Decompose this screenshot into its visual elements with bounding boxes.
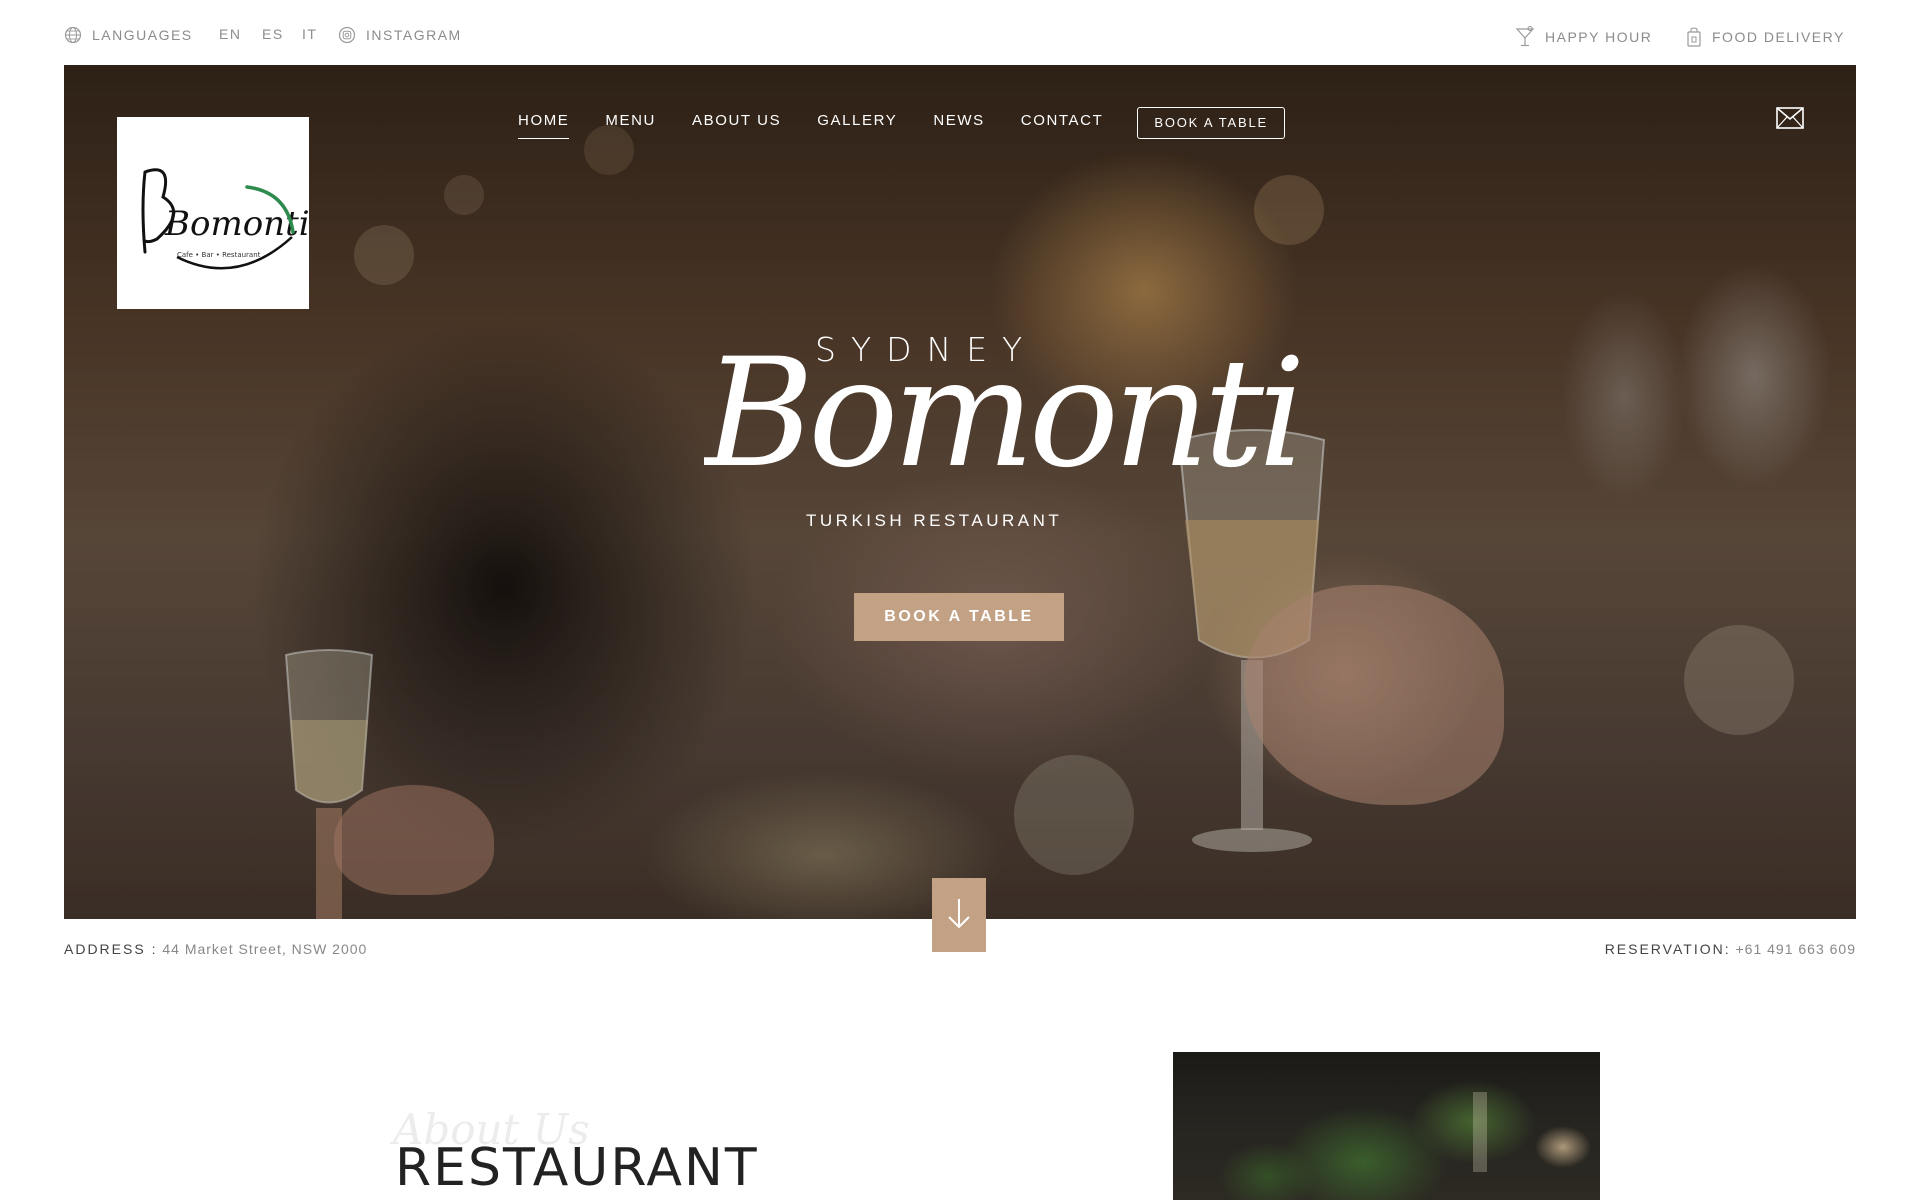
hero-book-table-button[interactable]: BOOK A TABLE	[854, 593, 1064, 641]
arrow-down-icon	[946, 895, 972, 936]
food-delivery-label: FOOD DELIVERY	[1712, 29, 1845, 45]
bomonti-logo-mark: Bomonti Cafe • Bar • Restaurant	[141, 168, 309, 270]
instagram-label: INSTAGRAM	[366, 27, 462, 43]
envelope-icon[interactable]	[1776, 107, 1804, 134]
reservation-phone[interactable]: +61 491 663 609	[1736, 941, 1857, 957]
about-title: RESTAURANT	[395, 1138, 759, 1198]
about-restaurant-photo	[1173, 1052, 1600, 1200]
happy-hour-link[interactable]: HAPPY HOUR	[1515, 26, 1652, 48]
nav-menu[interactable]: MENU	[587, 107, 674, 139]
nav-about-us[interactable]: ABOUT US	[674, 107, 799, 139]
nav-home[interactable]: HOME	[500, 107, 587, 139]
top-utility-bar: LANGUAGES EN ES IT INSTAGRAM HAPPY HOUR …	[0, 0, 1920, 65]
lang-es-link[interactable]: ES	[262, 26, 284, 42]
lang-en-link[interactable]: EN	[219, 26, 241, 42]
address-info: ADDRESS : 44 Market Street, NSW 2000	[64, 941, 367, 957]
lang-it-link[interactable]: IT	[302, 26, 317, 42]
reservation-info: RESERVATION: +61 491 663 609	[1605, 941, 1856, 957]
delivery-bag-icon	[1686, 26, 1702, 48]
scroll-down-button[interactable]	[932, 878, 986, 952]
nav-gallery[interactable]: GALLERY	[799, 107, 915, 139]
nav-contact[interactable]: CONTACT	[1003, 107, 1122, 139]
site-logo[interactable]: Bomonti Cafe • Bar • Restaurant	[117, 117, 309, 309]
hero-brand-text: Bomonti	[704, 327, 1300, 501]
languages-link[interactable]: LANGUAGES	[64, 26, 193, 44]
nav-book-table-button[interactable]: BOOK A TABLE	[1137, 107, 1285, 139]
address-value: 44 Market Street, NSW 2000	[162, 941, 368, 957]
main-navigation: HOME MENU ABOUT US GALLERY NEWS CONTACT …	[64, 107, 1856, 139]
languages-label: LANGUAGES	[92, 27, 193, 43]
instagram-link[interactable]: INSTAGRAM	[338, 26, 462, 44]
cocktail-icon	[1515, 26, 1535, 48]
address-label: ADDRESS :	[64, 941, 158, 957]
globe-icon	[64, 26, 82, 44]
happy-hour-label: HAPPY HOUR	[1545, 29, 1653, 45]
instagram-icon	[338, 26, 356, 44]
logo-subtext: Cafe • Bar • Restaurant	[177, 251, 261, 259]
food-delivery-link[interactable]: FOOD DELIVERY	[1686, 26, 1845, 48]
hero-brand-script: Bomonti	[704, 327, 1306, 501]
hero-tagline: TURKISH RESTAURANT	[806, 511, 1063, 530]
candle-shape	[1473, 1092, 1487, 1172]
reservation-label: RESERVATION:	[1604, 941, 1731, 957]
hero-banner: Bomonti Cafe • Bar • Restaurant HOME MEN…	[64, 65, 1856, 919]
nav-news[interactable]: NEWS	[915, 107, 1002, 139]
